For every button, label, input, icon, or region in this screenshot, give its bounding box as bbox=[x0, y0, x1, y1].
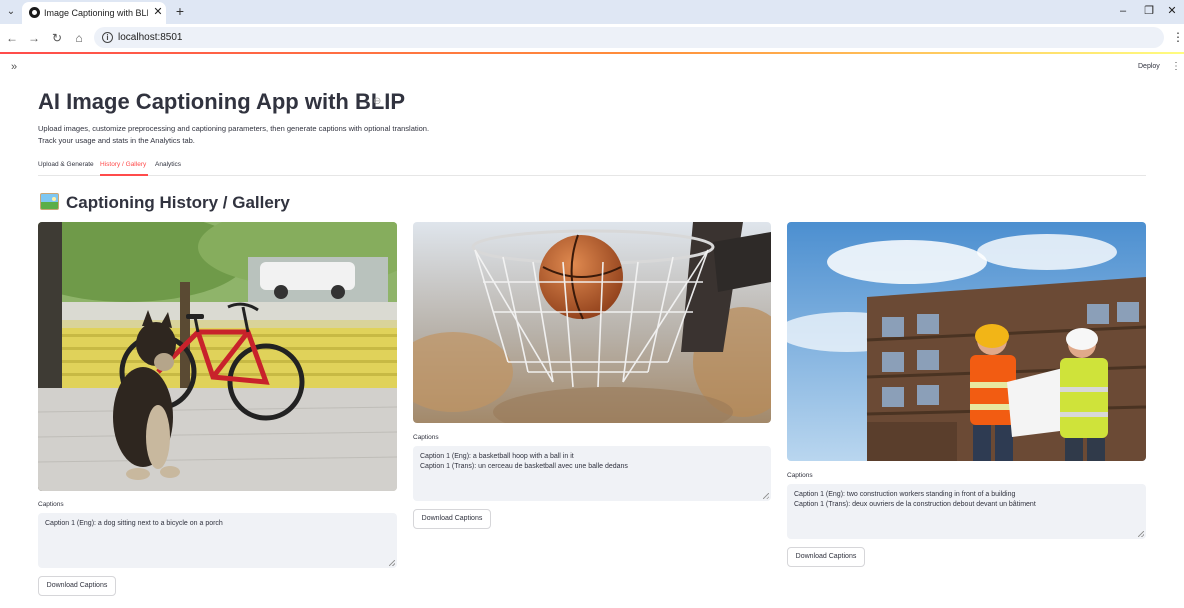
download-captions-button[interactable]: Download Captions bbox=[413, 509, 491, 529]
info-icon[interactable]: i bbox=[102, 32, 113, 43]
captions-label: Captions bbox=[413, 434, 439, 441]
resize-handle-icon[interactable] bbox=[763, 493, 769, 499]
tab-history-gallery[interactable]: History / Gallery bbox=[100, 160, 146, 170]
browser-tab-title: Image Captioning with BLIP + AI bbox=[44, 8, 148, 18]
description-line: Upload images, customize preprocessing a… bbox=[38, 124, 430, 133]
tab-analytics[interactable]: Analytics bbox=[155, 160, 181, 170]
restore-icon[interactable]: ❐ bbox=[1140, 4, 1158, 18]
captions-label: Captions bbox=[787, 472, 813, 479]
back-icon[interactable]: ← bbox=[5, 31, 19, 45]
description-line: Track your usage and stats in the Analyt… bbox=[38, 136, 195, 145]
browser-toolbar: ← → ↻ ⌂ i localhost:8501 ⋮ bbox=[0, 24, 1184, 52]
reload-icon[interactable]: ↻ bbox=[50, 31, 64, 45]
tab-search-icon[interactable]: ⌄ bbox=[4, 5, 18, 19]
browser-tab-bar: ⌄ Image Captioning with BLIP + AI ✕ + – … bbox=[0, 0, 1184, 24]
streamlit-favicon-icon bbox=[29, 7, 40, 18]
sidebar-expand-icon[interactable]: » bbox=[8, 61, 20, 73]
minimize-icon[interactable]: – bbox=[1114, 4, 1132, 18]
resize-handle-icon[interactable] bbox=[1138, 531, 1144, 537]
new-tab-icon[interactable]: + bbox=[173, 3, 187, 19]
forward-icon[interactable]: → bbox=[27, 31, 41, 45]
tab-upload-generate[interactable]: Upload & Generate bbox=[38, 160, 94, 170]
captions-textarea[interactable]: Caption 1 (Eng): a dog sitting next to a… bbox=[38, 513, 397, 568]
page-title: AI Image Captioning App with BLIP bbox=[38, 89, 406, 114]
close-window-icon[interactable]: ✕ bbox=[1163, 4, 1181, 18]
deploy-button[interactable]: Deploy bbox=[1138, 61, 1160, 73]
gallery-image-dog-bicycle bbox=[38, 222, 397, 491]
app-menu-icon[interactable]: ⋮ bbox=[1171, 61, 1181, 73]
captions-textarea[interactable]: Caption 1 (Eng): a basketball hoop with … bbox=[413, 446, 771, 501]
menu-icon[interactable]: ⋮ bbox=[1172, 30, 1184, 44]
app-description: Upload images, customize preprocessing a… bbox=[38, 123, 558, 147]
caption-line: Caption 1 (Trans): un cerceau de basketb… bbox=[420, 463, 628, 470]
caption-line: Caption 1 (Eng): a basketball hoop with … bbox=[420, 453, 574, 460]
section-heading: Captioning History / Gallery bbox=[40, 191, 290, 215]
url-text[interactable]: localhost:8501 bbox=[118, 31, 183, 44]
captions-label: Captions bbox=[38, 501, 64, 508]
close-icon[interactable]: ✕ bbox=[152, 5, 164, 19]
caption-line: Caption 1 (Trans): deux ouvriers de la c… bbox=[794, 501, 1036, 508]
gallery-image-construction bbox=[787, 222, 1146, 461]
address-bar[interactable]: i localhost:8501 bbox=[94, 27, 1164, 48]
home-icon[interactable]: ⌂ bbox=[72, 31, 86, 45]
link-icon[interactable]: ⊖ bbox=[373, 97, 383, 107]
tab-list: Upload & Generate History / Gallery Anal… bbox=[38, 158, 1146, 176]
captions-textarea[interactable]: Caption 1 (Eng): two construction worker… bbox=[787, 484, 1146, 539]
resize-handle-icon[interactable] bbox=[389, 560, 395, 566]
active-tab-indicator bbox=[100, 174, 148, 176]
header-decoration bbox=[0, 52, 1184, 54]
framed-picture-icon bbox=[40, 193, 59, 210]
download-captions-button[interactable]: Download Captions bbox=[38, 576, 116, 596]
download-captions-button[interactable]: Download Captions bbox=[787, 547, 865, 567]
caption-line: Caption 1 (Eng): a dog sitting next to a… bbox=[45, 520, 223, 527]
browser-tab[interactable]: Image Captioning with BLIP + AI ✕ bbox=[22, 2, 166, 24]
gallery-image-basketball bbox=[413, 222, 771, 423]
section-heading-text: Captioning History / Gallery bbox=[66, 193, 290, 212]
caption-line: Caption 1 (Eng): two construction worker… bbox=[794, 491, 1016, 498]
